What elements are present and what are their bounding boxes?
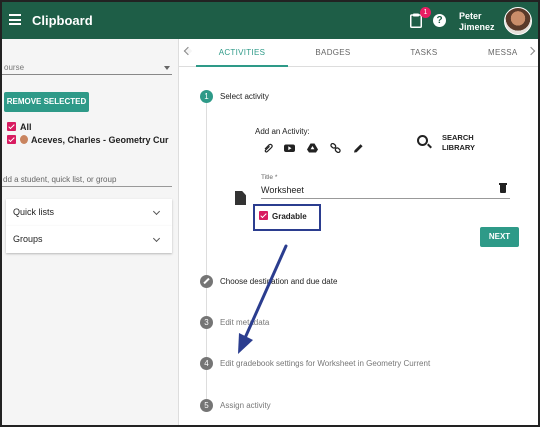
app-window: Clipboard 1 ? Peter Jimenez ourse REMOVE… xyxy=(0,0,540,427)
annotation-arrow xyxy=(238,244,288,354)
